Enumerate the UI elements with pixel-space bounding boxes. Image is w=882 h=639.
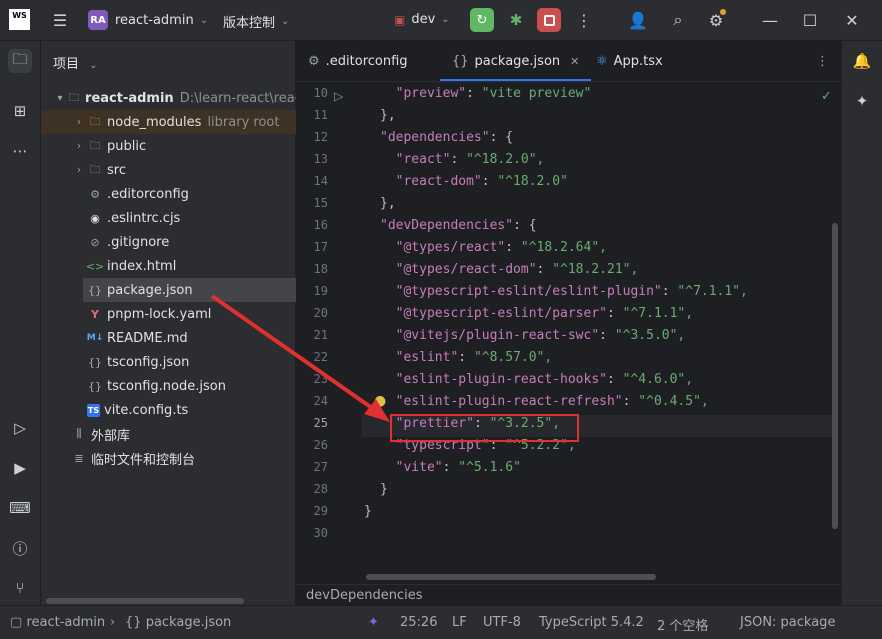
notifications-icon[interactable]: 🔔 (850, 49, 874, 73)
ai-status-icon[interactable]: ✦ (368, 615, 379, 630)
annotation-arrow-head (364, 399, 390, 422)
status-bar: ▢ react-admin › {} package.json ✦ 25:26 … (0, 605, 882, 639)
folder-icon: ▢ (10, 615, 23, 630)
caret-position[interactable]: 25:26 (400, 615, 437, 630)
language-version[interactable]: TypeScript 5.4.2 (539, 615, 644, 630)
annotation-arrow-line (210, 294, 384, 417)
ai-assistant-icon[interactable]: ✦ (850, 89, 874, 113)
status-project-label: react-admin (26, 615, 106, 630)
file-encoding[interactable]: UTF-8 (483, 615, 521, 630)
line-separator[interactable]: LF (452, 615, 467, 630)
right-tool-strip: 🔔 ✦ (841, 41, 882, 605)
status-project[interactable]: ▢ react-admin (10, 615, 105, 630)
annotation-arrow (210, 294, 390, 422)
chevron-right-icon: › (110, 615, 116, 630)
status-file[interactable]: {} package.json (125, 615, 231, 630)
json-icon: {} (125, 615, 142, 630)
indent-setting[interactable]: 2 个空格 (657, 615, 708, 634)
json-schema[interactable]: JSON: package (740, 615, 835, 630)
status-file-label: package.json (145, 615, 232, 630)
